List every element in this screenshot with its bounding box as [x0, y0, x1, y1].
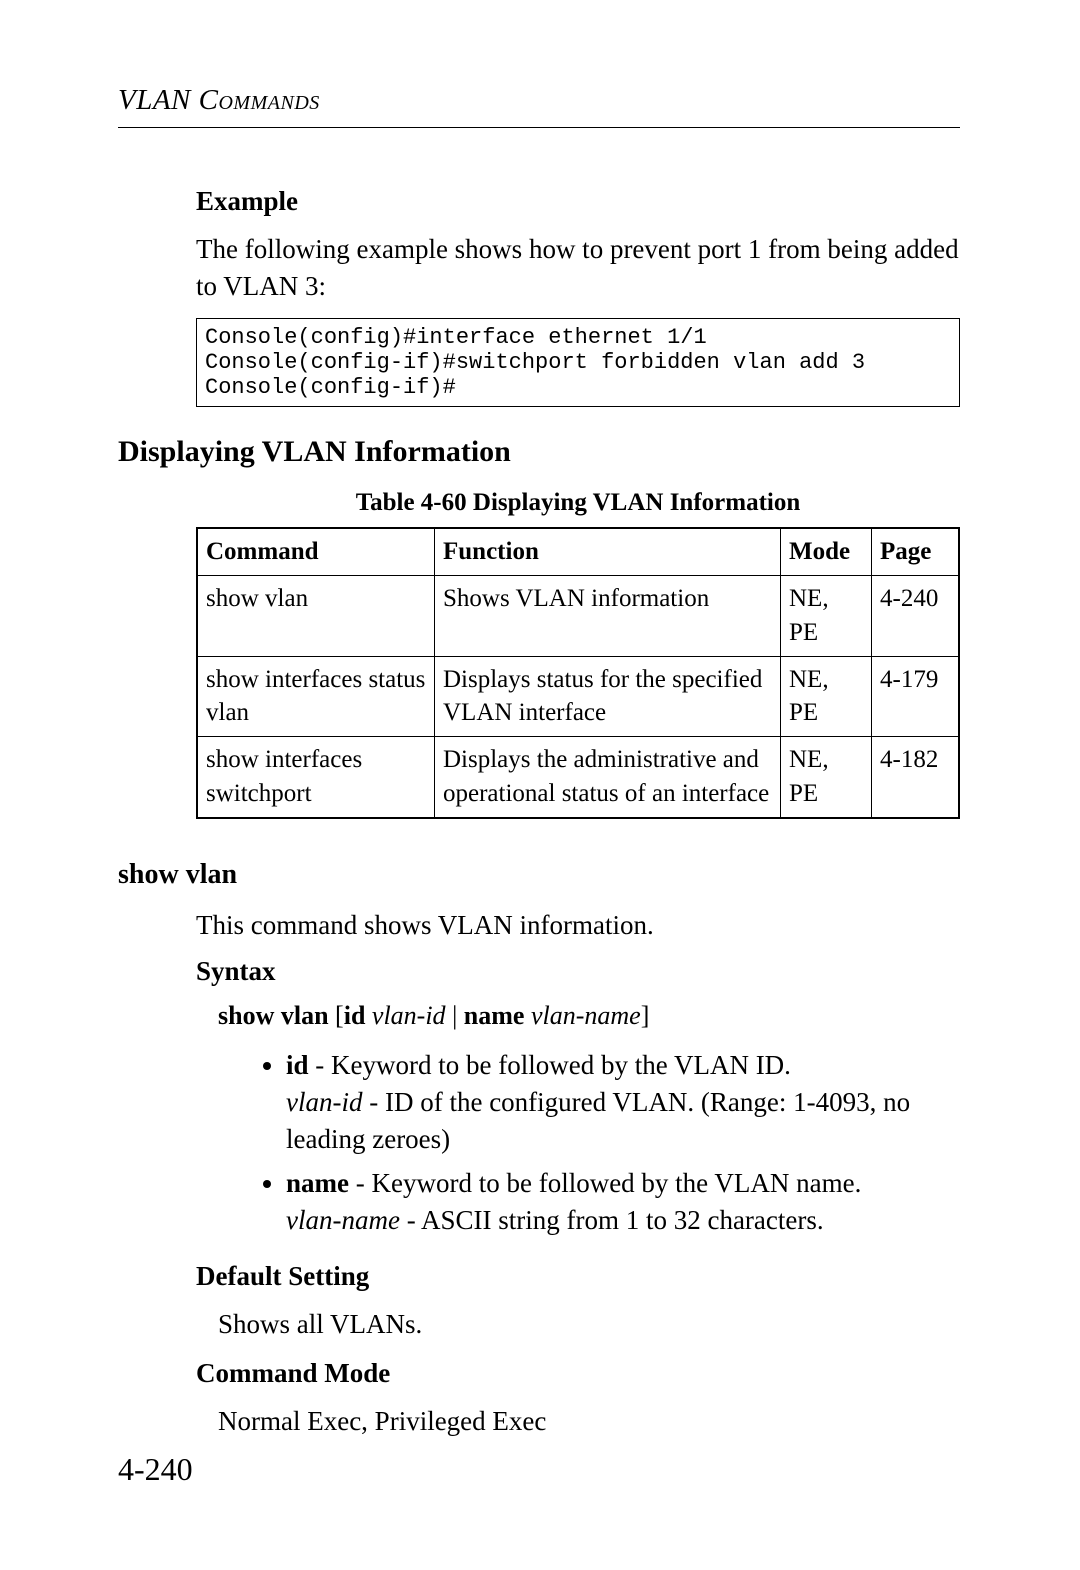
syntax-bullets: id - Keyword to be followed by the VLAN … [260, 1047, 960, 1239]
td-page: 4-182 [872, 737, 960, 818]
table-row: show interfaces status vlan Displays sta… [197, 656, 959, 737]
bullet-rest: - Keyword to be followed by the VLAN nam… [349, 1168, 861, 1198]
td-function: Displays the administrative and operatio… [435, 737, 781, 818]
bullet-arg: vlan-name [286, 1205, 400, 1235]
syntax-kw-id: id [344, 1001, 366, 1030]
example-heading: Example [196, 186, 960, 217]
td-mode: NE, PE [781, 737, 872, 818]
syntax-line: show vlan [id vlan-id | name vlan-name] [218, 1001, 960, 1031]
th-command: Command [197, 528, 435, 575]
mode-text: Normal Exec, Privileged Exec [218, 1403, 960, 1441]
td-mode: NE, PE [781, 576, 872, 657]
list-item: name - Keyword to be followed by the VLA… [286, 1165, 960, 1240]
bullet-kw: name [286, 1168, 349, 1198]
td-command: show interfaces switchport [197, 737, 435, 818]
vlan-info-table: Command Function Mode Page show vlan Sho… [196, 527, 960, 818]
td-function: Displays status for the specified VLAN i… [435, 656, 781, 737]
td-page: 4-179 [872, 656, 960, 737]
syntax-kw-name: name [464, 1001, 525, 1030]
th-function: Function [435, 528, 781, 575]
syntax-arg-vlanid: vlan-id [372, 1001, 446, 1030]
default-heading: Default Setting [196, 1261, 960, 1292]
th-mode: Mode [781, 528, 872, 575]
td-mode: NE, PE [781, 656, 872, 737]
table-row: show interfaces switchport Displays the … [197, 737, 959, 818]
syntax-rbracket: ] [641, 1001, 650, 1030]
bullet-argrest: - ASCII string from 1 to 32 characters. [400, 1205, 824, 1235]
command-body: This command shows VLAN information. Syn… [196, 907, 960, 1441]
syntax-lbracket: [ [335, 1001, 344, 1030]
list-item: id - Keyword to be followed by the VLAN … [286, 1047, 960, 1159]
bullet-rest: - Keyword to be followed by the VLAN ID. [309, 1050, 791, 1080]
syntax-heading: Syntax [196, 956, 960, 987]
table-header-row: Command Function Mode Page [197, 528, 959, 575]
td-function: Shows VLAN information [435, 576, 781, 657]
syntax-pipe: | [452, 1001, 457, 1030]
header-rule [118, 127, 960, 128]
td-command: show interfaces status vlan [197, 656, 435, 737]
default-text: Shows all VLANs. [218, 1306, 960, 1344]
mode-heading: Command Mode [196, 1358, 960, 1389]
td-page: 4-240 [872, 576, 960, 657]
syntax-arg-vlanname: vlan-name [531, 1001, 641, 1030]
table-row: show vlan Shows VLAN information NE, PE … [197, 576, 959, 657]
example-code: Console(config)#interface ethernet 1/1 C… [196, 318, 960, 408]
syntax-kw: show vlan [218, 1001, 329, 1030]
th-page: Page [872, 528, 960, 575]
bullet-argrest: - ID of the configured VLAN. (Range: 1-4… [286, 1087, 910, 1154]
table-caption: Table 4-60 Displaying VLAN Information [196, 489, 960, 517]
command-name-heading: show vlan [118, 859, 960, 891]
bullet-kw: id [286, 1050, 309, 1080]
section-heading: Displaying VLAN Information [118, 435, 960, 469]
example-intro: The following example shows how to preve… [196, 231, 960, 306]
td-command: show vlan [197, 576, 435, 657]
table-section: Table 4-60 Displaying VLAN Information C… [196, 489, 960, 818]
page-number: 4-240 [118, 1451, 193, 1488]
running-head: VLAN Commands [118, 84, 960, 117]
bullet-arg: vlan-id [286, 1087, 362, 1117]
command-desc: This command shows VLAN information. [196, 907, 960, 944]
example-section: Example The following example shows how … [196, 186, 960, 407]
page: VLAN Commands Example The following exam… [0, 0, 1080, 1570]
